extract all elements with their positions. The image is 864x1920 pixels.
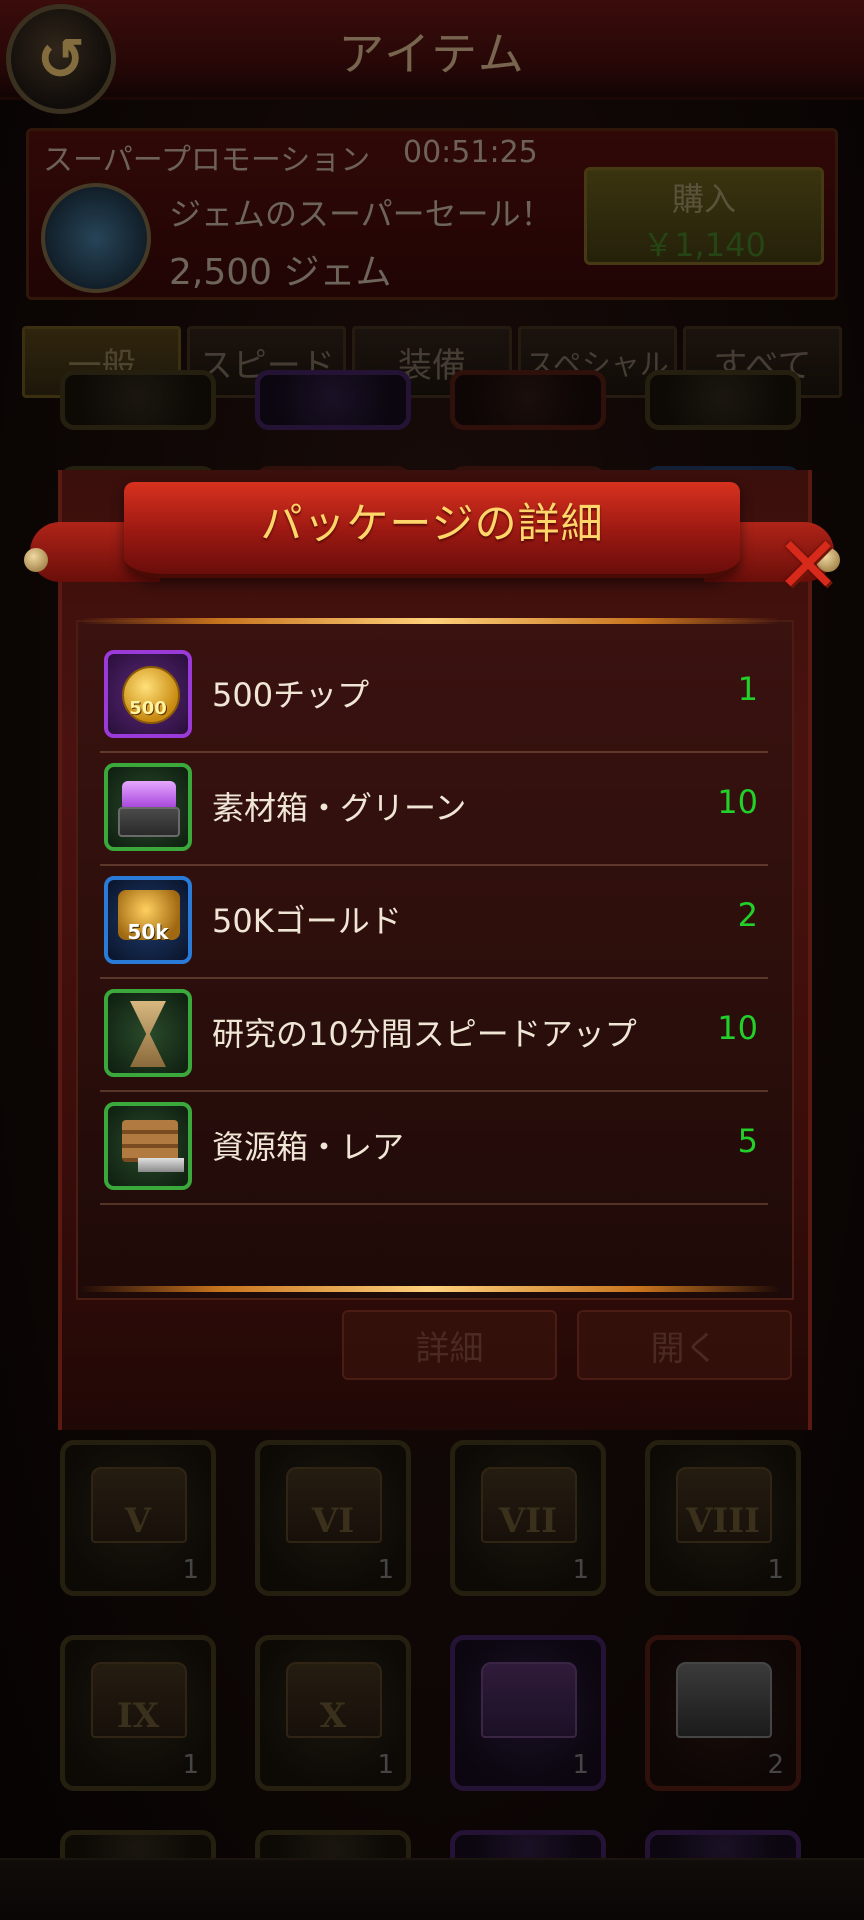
chips-icon: 500: [104, 650, 192, 738]
item-quantity: 2: [737, 896, 758, 934]
item-quantity: 5: [737, 1122, 758, 1160]
material-box-icon: [104, 763, 192, 851]
list-item: 研究の10分間スピードアップ 10: [100, 979, 768, 1092]
resource-box-icon: [104, 1102, 192, 1190]
list-item: 50k 50Kゴールド 2: [100, 866, 768, 979]
dialog-actions: 詳細 開く: [342, 1310, 792, 1400]
package-item-list: 500 500チップ 1 素材箱・グリーン 10 50k 50Kゴールド 2 研…: [100, 640, 768, 1205]
open-button[interactable]: 開く: [577, 1310, 792, 1380]
dialog-title: パッケージの詳細: [260, 499, 604, 548]
dialog-title-banner: パッケージの詳細: [24, 482, 840, 602]
item-quantity: 10: [717, 783, 758, 821]
item-quantity: 1: [737, 670, 758, 708]
list-item: 素材箱・グリーン 10: [100, 753, 768, 866]
hourglass-icon: [104, 989, 192, 1077]
item-name: 研究の10分間スピードアップ: [212, 1015, 637, 1053]
top-glow-divider: [80, 618, 780, 624]
list-item: 500 500チップ 1: [100, 640, 768, 753]
scroll-knob-left: [24, 548, 48, 572]
close-button[interactable]: ✕: [772, 521, 844, 611]
item-quantity: 10: [717, 1009, 758, 1047]
gold-icon: 50k: [104, 876, 192, 964]
close-icon: ✕: [775, 521, 841, 611]
list-item: 資源箱・レア 5: [100, 1092, 768, 1205]
item-name: 50Kゴールド: [212, 902, 402, 940]
item-name: 資源箱・レア: [212, 1128, 405, 1166]
item-name: 素材箱・グリーン: [212, 789, 467, 827]
detail-button[interactable]: 詳細: [342, 1310, 557, 1380]
item-name: 500チップ: [212, 676, 370, 714]
bottom-glow-divider: [80, 1286, 780, 1292]
